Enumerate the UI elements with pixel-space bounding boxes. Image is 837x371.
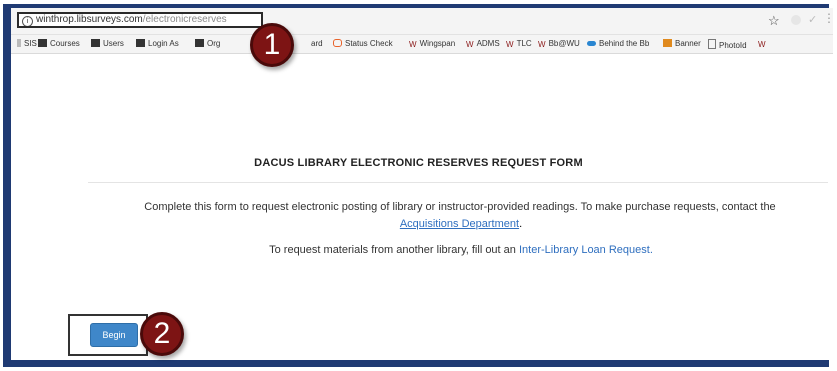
bookmark-users[interactable]: Users: [91, 39, 124, 49]
folder-icon: [38, 39, 47, 47]
ill-request-link[interactable]: Inter-Library Loan Request.: [519, 244, 653, 256]
bookmark-photoid[interactable]: PhotoId: [708, 39, 747, 51]
form-description: Complete this form to request electronic…: [144, 201, 776, 213]
extension-icon[interactable]: [791, 15, 801, 25]
divider: [88, 182, 828, 183]
bookmark-org[interactable]: Org: [195, 39, 220, 49]
chat-bubble-icon: [333, 39, 342, 47]
bookmark-banner[interactable]: Banner: [663, 39, 701, 49]
folder-icon: [195, 39, 204, 47]
begin-button[interactable]: Begin: [90, 323, 138, 347]
bookmark-tlc[interactable]: W TLC: [506, 39, 532, 49]
folder-icon: [91, 39, 100, 47]
bookmark-status-check[interactable]: Status Check: [333, 39, 393, 49]
banner-icon: [663, 39, 672, 47]
acquisitions-suffix: .: [519, 218, 523, 230]
bookmark-wingspan[interactable]: W Wingspan: [409, 39, 455, 49]
bookmark-login-as[interactable]: Login As: [136, 39, 179, 49]
callout-number-1: 1: [250, 23, 294, 67]
bookmark-adms[interactable]: W ADMS: [466, 39, 500, 49]
ill-prefix: To request materials from another librar…: [269, 244, 516, 256]
winthrop-w-icon: W: [466, 40, 474, 49]
page-icon: [708, 39, 716, 49]
callout-number-2: 2: [140, 312, 184, 356]
screenshot-frame: i winthrop.libsurveys.com/electronicreser…: [3, 4, 833, 367]
sis-icon: [17, 39, 21, 47]
bookmark-bb-wu[interactable]: W Bb@WU: [538, 39, 580, 49]
winthrop-w-icon: W: [538, 40, 546, 49]
url-bar[interactable]: i winthrop.libsurveys.com/electronicreser…: [17, 12, 263, 28]
url-domain: winthrop.libsurveys.com: [36, 14, 143, 25]
checkmark-icon[interactable]: ✓: [808, 13, 817, 26]
bookmark-board[interactable]: ard: [311, 39, 323, 49]
bookmark-sis[interactable]: SIS: [17, 39, 37, 49]
bookmark-more[interactable]: W: [758, 39, 769, 49]
bookmarks-bar: SIS Courses Users Login As Org ard Statu…: [11, 35, 833, 54]
info-icon[interactable]: i: [22, 16, 33, 26]
winthrop-w-icon: W: [506, 40, 514, 49]
bookmark-courses[interactable]: Courses: [38, 39, 80, 49]
folder-icon: [136, 39, 145, 47]
winthrop-w-icon: W: [758, 40, 766, 49]
acquisitions-line: Acquisitions Department.: [0, 218, 837, 230]
url-path: /electronicreserves: [142, 14, 227, 25]
browser-window: i winthrop.libsurveys.com/electronicreser…: [11, 8, 833, 360]
bookmark-star-icon[interactable]: ☆: [768, 13, 780, 29]
address-bar-row: i winthrop.libsurveys.com/electronicreser…: [11, 8, 833, 35]
bookmark-behind-the-bb[interactable]: Behind the Bb: [587, 39, 649, 49]
ill-line: To request materials from another librar…: [0, 244, 837, 256]
form-title: DACUS LIBRARY ELECTRONIC RESERVES REQUES…: [254, 157, 583, 169]
winthrop-w-icon: W: [409, 40, 417, 49]
cloud-icon: [587, 41, 596, 46]
menu-icon[interactable]: ⋮: [823, 11, 833, 25]
acquisitions-link[interactable]: Acquisitions Department: [400, 218, 519, 230]
